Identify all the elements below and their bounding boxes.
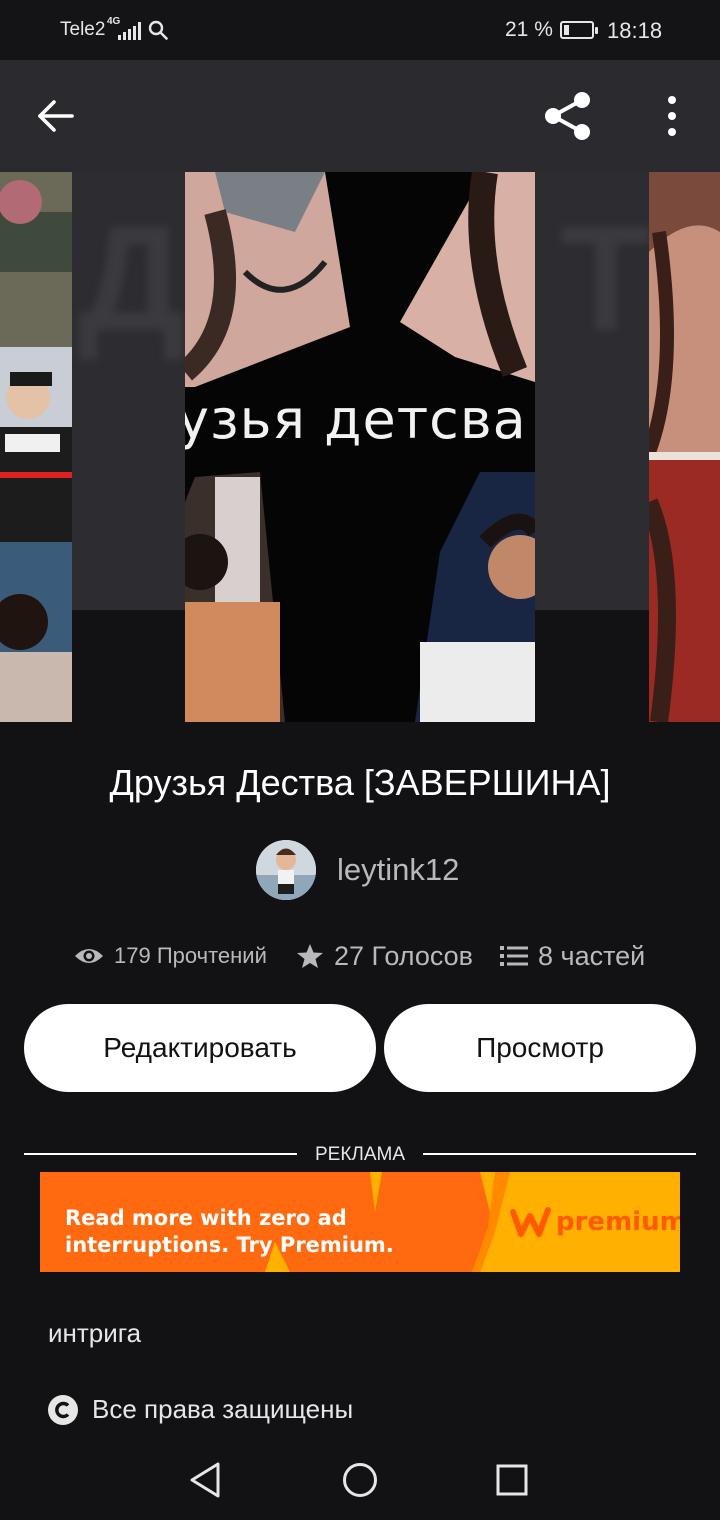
nav-back-icon[interactable]: [182, 1456, 230, 1504]
nav-recents-icon[interactable]: [488, 1456, 536, 1504]
stat-parts: 8 частей: [500, 936, 645, 976]
cover-previous-image: [0, 172, 72, 722]
cover-current[interactable]: узья детсва: [185, 172, 535, 722]
battery-icon: [560, 21, 598, 39]
ad-text: Read more with zero ad interruptions. Tr…: [65, 1205, 394, 1259]
list-icon: [500, 946, 528, 966]
backdrop-blur-left: Д: [78, 194, 185, 362]
avatar-image: [256, 840, 316, 900]
nav-home-icon[interactable]: [336, 1456, 384, 1504]
story-title: Друзья Дества [ЗАВЕРШИНА]: [109, 762, 611, 803]
toolbar: [0, 60, 720, 172]
stat-votes: 27 Голосов: [296, 936, 473, 976]
author-name[interactable]: leytink12: [337, 852, 459, 888]
star-icon: [297, 944, 323, 968]
avatar[interactable]: [256, 840, 316, 900]
carrier-label: Tele2: [60, 19, 106, 40]
search-icon: [148, 20, 168, 40]
battery-percent: 21 %: [505, 18, 553, 41]
more-vertical-icon[interactable]: [650, 90, 694, 142]
author-link[interactable]: leytink12: [256, 840, 459, 900]
share-icon[interactable]: [538, 88, 598, 144]
cover-next[interactable]: [649, 172, 720, 722]
ad-banner[interactable]: Read more with zero ad interruptions. Tr…: [40, 1172, 680, 1272]
cover-carousel[interactable]: Д Т узья детсва: [0, 172, 720, 722]
status-bar: Tele2 4G 21 % 18:18: [0, 0, 720, 60]
parts-count: 8 частей: [538, 940, 646, 971]
story-stats: 179 Прочтений 27 Голосов 8 частей: [0, 936, 720, 976]
wattpad-logo-icon: [510, 1207, 551, 1237]
view-button[interactable]: Просмотр: [384, 1004, 696, 1092]
cover-previous[interactable]: [0, 172, 72, 722]
battery-level: [564, 25, 569, 35]
copyright-icon: [48, 1394, 78, 1425]
ad-brand-text: premium: [556, 1207, 680, 1237]
ad-text-line1: Read more with zero ad: [65, 1206, 347, 1230]
ad-label: РЕКЛАМА: [314, 1144, 406, 1165]
arrow-left-icon[interactable]: [28, 92, 84, 140]
signal-icon: [118, 22, 142, 40]
stat-reads: 179 Прочтений: [74, 936, 267, 976]
ad-divider: РЕКЛАМА: [24, 1140, 696, 1170]
backdrop-blur-right: Т: [560, 194, 652, 362]
ad-brand: premium: [510, 1206, 680, 1238]
eye-icon: [75, 949, 103, 963]
clock: 18:18: [607, 18, 663, 43]
story-tag[interactable]: интрига: [48, 1318, 141, 1349]
edit-button[interactable]: Редактировать: [24, 1004, 376, 1092]
votes-count: 27 Голосов: [334, 940, 474, 971]
copyright-text: Все права защищены: [92, 1394, 354, 1424]
copyright: Все права защищены: [48, 1394, 353, 1425]
ad-text-line2: interruptions. Try Premium.: [65, 1233, 394, 1257]
reads-count: 179 Прочтений: [114, 943, 267, 968]
cover-next-image: [649, 172, 720, 722]
cover-title: узья детсва: [185, 388, 527, 451]
system-nav-bar: [0, 1440, 720, 1520]
